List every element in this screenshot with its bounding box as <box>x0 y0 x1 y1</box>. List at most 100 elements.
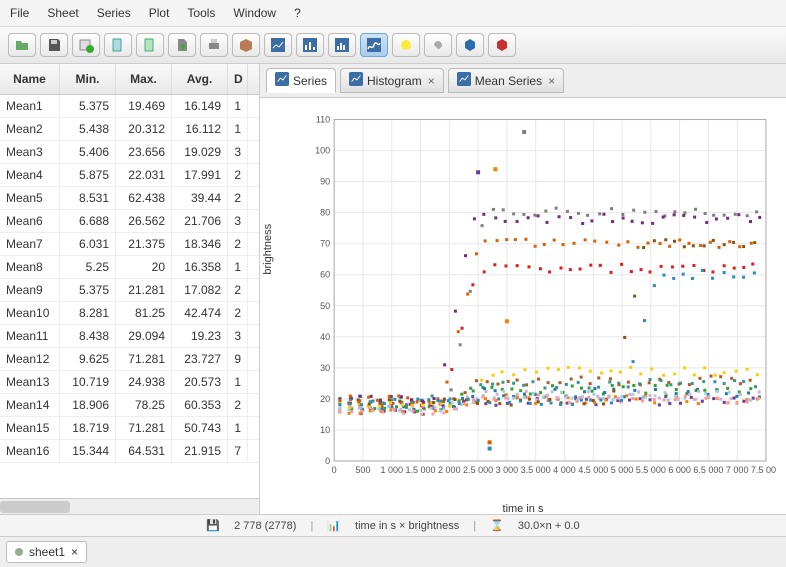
svg-text:0: 0 <box>332 465 337 475</box>
svg-text:2 000: 2 000 <box>438 465 461 475</box>
col-header[interactable]: Max. <box>116 64 172 94</box>
close-icon[interactable]: × <box>548 74 555 88</box>
y-axis-label: brightness <box>262 224 274 275</box>
col-header[interactable]: Name <box>0 64 60 94</box>
data-table: NameMin.Max.Avg.D Mean15.37519.46916.149… <box>0 64 260 514</box>
chart-icon <box>457 72 471 89</box>
chart-icon <box>275 72 289 89</box>
table-row[interactable]: Mean35.40623.65619.0293 <box>0 141 259 164</box>
table-row[interactable]: Mean1418.90678.2560.3532 <box>0 394 259 417</box>
svg-text:70: 70 <box>320 239 330 249</box>
chart-tabs: SeriesHistogram×Mean Series× <box>260 64 786 98</box>
svg-text:50: 50 <box>320 301 330 311</box>
cube-red-icon[interactable] <box>488 33 516 57</box>
tab-histogram[interactable]: Histogram× <box>340 68 444 93</box>
table-row[interactable]: Mean95.37521.28117.0822 <box>0 279 259 302</box>
table-row[interactable]: Mean85.252016.3581 <box>0 256 259 279</box>
table-row[interactable]: Mean1615.34464.53121.9157 <box>0 440 259 463</box>
svg-text:60: 60 <box>320 270 330 280</box>
save-icon[interactable] <box>40 33 68 57</box>
series-chart-icon[interactable] <box>360 33 388 57</box>
tab-series[interactable]: Series <box>266 68 336 93</box>
bar-chart-icon[interactable] <box>296 33 324 57</box>
svg-text:6.5 000: 6.5 000 <box>693 465 723 475</box>
close-icon[interactable]: × <box>428 74 435 88</box>
axes-icon: 📊 <box>327 519 341 532</box>
status-count: 2 778 (2778) <box>234 520 296 532</box>
table-row[interactable]: Mean15.37519.46916.1491 <box>0 95 259 118</box>
histogram-icon[interactable] <box>328 33 356 57</box>
chart-config-icon[interactable] <box>264 33 292 57</box>
sheet-icon-1[interactable] <box>104 33 132 57</box>
x-axis-label: time in s <box>260 503 786 514</box>
table-row[interactable]: Mean58.53162.43839.442 <box>0 187 259 210</box>
print-icon[interactable] <box>200 33 228 57</box>
sheet-tabs: sheet1 × <box>0 536 786 567</box>
table-row[interactable]: Mean118.43829.09419.233 <box>0 325 259 348</box>
svg-text:500: 500 <box>355 465 370 475</box>
open-icon[interactable] <box>8 33 36 57</box>
svg-text:30: 30 <box>320 363 330 373</box>
table-row[interactable]: Mean25.43820.31216.1121 <box>0 118 259 141</box>
close-icon[interactable]: × <box>71 545 78 559</box>
svg-text:4 000: 4 000 <box>553 465 576 475</box>
menu-window[interactable]: Window <box>233 6 276 20</box>
menu-sheet[interactable]: Sheet <box>47 6 78 20</box>
menu-file[interactable]: File <box>10 6 29 20</box>
col-header[interactable]: Avg. <box>172 64 228 94</box>
formula-icon: ⌛ <box>490 519 504 532</box>
toolbar <box>0 27 786 64</box>
tab-mean-series[interactable]: Mean Series× <box>448 68 564 93</box>
sheet-icon-2[interactable] <box>136 33 164 57</box>
table-body: Mean15.37519.46916.1491Mean25.43820.3121… <box>0 95 259 498</box>
table-row[interactable]: Mean66.68826.56221.7063 <box>0 210 259 233</box>
svg-text:1 000: 1 000 <box>380 465 403 475</box>
highlight-icon[interactable] <box>392 33 420 57</box>
svg-text:10: 10 <box>320 425 330 435</box>
sheet-tab[interactable]: sheet1 × <box>6 541 87 563</box>
svg-text:7 000: 7 000 <box>726 465 749 475</box>
svg-text:3 000: 3 000 <box>496 465 519 475</box>
menu-?[interactable]: ? <box>294 6 301 20</box>
svg-text:0: 0 <box>325 456 330 466</box>
table-row[interactable]: Mean45.87522.03117.9912 <box>0 164 259 187</box>
export-icon[interactable] <box>168 33 196 57</box>
svg-text:7.5 000: 7.5 000 <box>751 465 776 475</box>
package-icon[interactable] <box>232 33 260 57</box>
svg-text:5 000: 5 000 <box>611 465 634 475</box>
table-row[interactable]: Mean108.28181.2542.4742 <box>0 302 259 325</box>
svg-text:5.5 000: 5.5 000 <box>636 465 666 475</box>
link-icon[interactable] <box>424 33 452 57</box>
table-row[interactable]: Mean1518.71971.28150.7431 <box>0 417 259 440</box>
disk-icon: 💾 <box>206 519 220 532</box>
svg-text:6 000: 6 000 <box>668 465 691 475</box>
horizontal-scrollbar[interactable] <box>0 498 259 514</box>
chart-icon <box>349 72 363 89</box>
svg-text:100: 100 <box>315 146 330 156</box>
menubar: File Sheet Series Plot Tools Window? <box>0 0 786 27</box>
svg-text:1.5 000: 1.5 000 <box>405 465 435 475</box>
menu-series[interactable]: Series <box>97 6 131 20</box>
svg-text:4.5 000: 4.5 000 <box>578 465 608 475</box>
table-row[interactable]: Mean129.62571.28123.7279 <box>0 348 259 371</box>
table-row[interactable]: Mean1310.71924.93820.5731 <box>0 371 259 394</box>
table-header: NameMin.Max.Avg.D <box>0 64 259 95</box>
status-formula: 30.0×n + 0.0 <box>518 520 580 532</box>
col-header[interactable]: Min. <box>60 64 116 94</box>
col-header[interactable]: D <box>228 64 248 94</box>
svg-text:3.5 000: 3.5 000 <box>521 465 551 475</box>
scatter-plot: 010203040506070809010011005001 0001.5 00… <box>294 108 776 493</box>
svg-text:20: 20 <box>320 394 330 404</box>
svg-text:2.5 000: 2.5 000 <box>463 465 493 475</box>
svg-text:40: 40 <box>320 332 330 342</box>
cube-blue-icon[interactable] <box>456 33 484 57</box>
svg-text:80: 80 <box>320 208 330 218</box>
sheet-label: sheet1 <box>29 545 65 559</box>
statusbar: 💾 2 778 (2778) | 📊 time in s × brightnes… <box>0 514 786 536</box>
add-sheet-icon[interactable] <box>72 33 100 57</box>
menu-tools[interactable]: Tools <box>187 6 215 20</box>
table-row[interactable]: Mean76.03121.37518.3462 <box>0 233 259 256</box>
svg-text:110: 110 <box>316 115 330 125</box>
menu-plot[interactable]: Plot <box>149 6 170 20</box>
chart-area[interactable]: brightness 01020304050607080901001100500… <box>260 98 786 503</box>
